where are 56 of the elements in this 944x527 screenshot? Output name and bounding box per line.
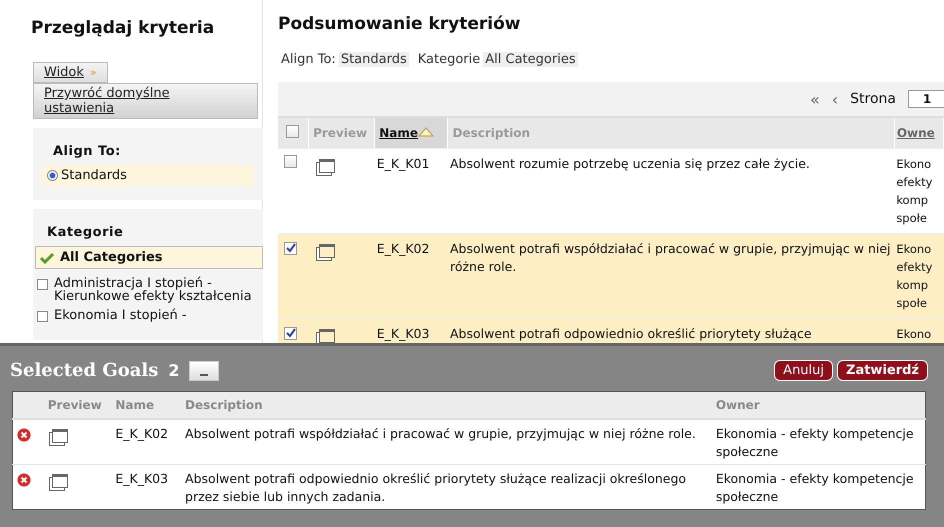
table-cell: Ekonomia - efekty kompetencje społeczne <box>712 419 926 464</box>
confirm-button[interactable]: Zatwierdź <box>837 360 928 381</box>
align-heading: Align To: <box>53 144 122 159</box>
table-cell: E_K_K03 <box>111 464 182 510</box>
checkmark-icon <box>40 252 54 264</box>
column-header: Name <box>111 392 182 419</box>
table-cell: Ekonomia - efekty kompetencje społeczne <box>712 464 926 510</box>
chevron-icon: » <box>90 66 97 79</box>
tree-node-icon <box>37 279 48 290</box>
page-input[interactable]: 1 <box>908 90 944 108</box>
preview-icon[interactable] <box>318 159 335 173</box>
page-title: Podsumowanie kryteriów <box>278 14 522 34</box>
table-cell: E_K_K03 <box>374 318 448 343</box>
table-cell: Ekono efekty komp społe <box>894 234 944 318</box>
column-header: Owner <box>712 392 926 419</box>
table-cell: Ekono <box>894 318 944 343</box>
filter-label: Align To: <box>281 52 336 67</box>
minimize-icon[interactable] <box>189 360 220 380</box>
category-item[interactable]: All Categories <box>35 246 263 269</box>
view-button[interactable]: Widok » <box>33 62 108 83</box>
column-header[interactable]: Owne <box>894 118 944 148</box>
row-checkbox[interactable] <box>284 326 297 340</box>
panel-title: Selected Goals <box>10 360 158 381</box>
column-header[interactable]: Name <box>374 118 448 148</box>
categories-heading: Kategorie <box>47 225 124 240</box>
cancel-button[interactable]: Anuluj <box>774 360 834 381</box>
page-label: Strona <box>850 91 896 107</box>
selected-count: 2 <box>168 361 180 380</box>
remove-icon[interactable] <box>17 428 31 442</box>
first-page-icon[interactable]: « <box>810 90 820 108</box>
table-cell: E_K_K02 <box>111 419 182 464</box>
reset-link[interactable]: Przywróć domyślne ustawienia <box>33 83 258 119</box>
filter-value: Standards <box>338 52 409 67</box>
row-checkbox[interactable] <box>284 242 297 254</box>
remove-icon[interactable] <box>17 473 31 487</box>
sort-ascending-icon <box>418 127 434 137</box>
category-item[interactable]: Ekonomia I stopień - <box>35 307 263 326</box>
filter-label: Kategorie <box>418 52 480 67</box>
previous-page-icon[interactable]: ‹ <box>832 90 838 108</box>
column-header: Description <box>181 392 712 419</box>
preview-icon[interactable] <box>318 244 335 258</box>
category-item[interactable]: Administracja I stopień - Kierunkowe efekty kształcenia <box>35 275 263 307</box>
select-all-checkbox[interactable] <box>286 125 299 138</box>
sidebar-title: Przeglądaj kryteria <box>31 18 216 38</box>
column-header: Preview <box>44 392 112 419</box>
radio-option[interactable]: Standards <box>41 165 253 186</box>
preview-icon[interactable] <box>52 474 68 488</box>
table-cell: Absolwent potrafi współdziałać i pracować w grupie, przyjmując w niej różne role. <box>448 234 894 318</box>
table-cell: E_K_K02 <box>374 234 448 318</box>
row-checkbox[interactable] <box>284 155 297 168</box>
table-cell: Absolwent potrafi odpowiednio określić priorytety służące <box>448 318 894 343</box>
filter-value: All Categories <box>483 52 578 67</box>
preview-icon[interactable] <box>52 429 68 443</box>
table-cell: Absolwent potrafi współdziałać i pracować w grupie, przyjmując w niej różne role. <box>181 419 712 464</box>
tree-node-icon <box>37 311 48 322</box>
table-cell: Absolwent potrafi odpowiednio określić priorytety służące realizacji określonego przez siebie lub innych zadania. <box>181 464 712 510</box>
